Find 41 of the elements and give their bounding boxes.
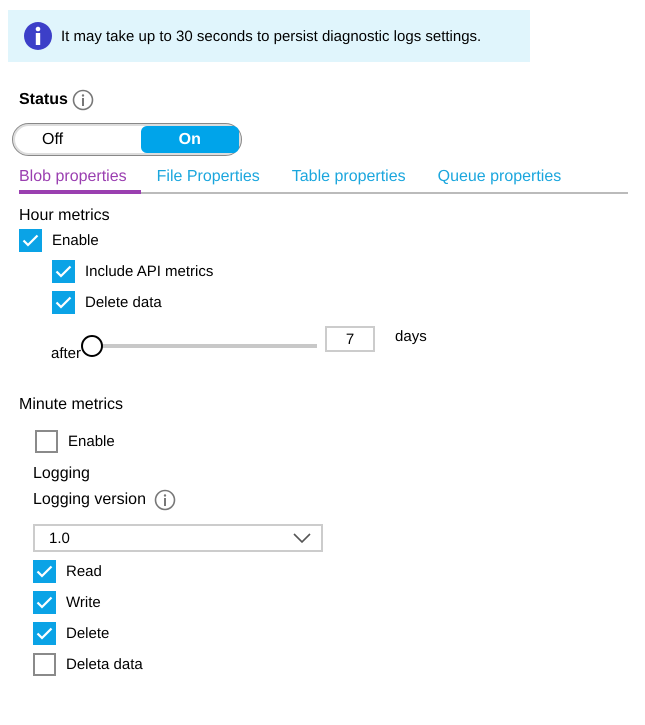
- checkbox[interactable]: [35, 430, 58, 453]
- section-title: Minute metrics: [19, 396, 124, 414]
- dropdown-value: 1.0: [49, 530, 70, 546]
- section-title: Hour metrics: [19, 207, 111, 225]
- check-icon: [55, 296, 72, 309]
- after-label: after: [51, 345, 82, 362]
- slider-thumb[interactable]: [81, 335, 104, 357]
- checkbox[interactable]: [33, 622, 56, 645]
- tab[interactable]: Blob properties: [19, 168, 141, 194]
- checkbox-label: Enable: [52, 232, 99, 249]
- checkbox-label: Deleta data: [66, 656, 143, 673]
- checkbox[interactable]: [19, 229, 42, 252]
- info-icon: [23, 21, 53, 51]
- check-icon: [36, 627, 53, 640]
- banner-text: It may take up to 30 seconds to persist diagnostic logs settings.: [61, 28, 482, 44]
- checkbox-label: Write: [66, 594, 101, 611]
- checkbox[interactable]: [52, 260, 75, 283]
- checkbox-label: Enable: [68, 433, 115, 450]
- status-toggle[interactable]: Off On: [12, 123, 242, 156]
- checkbox[interactable]: [33, 560, 56, 583]
- checkbox-label: Delete data: [85, 294, 162, 311]
- section-title: Logging: [33, 465, 91, 483]
- version-dropdown[interactable]: 1.0: [33, 524, 323, 552]
- checkbox-label: Read: [66, 563, 102, 580]
- info-icon: [154, 489, 176, 511]
- chevron-icon: [293, 533, 311, 543]
- info-icon: [72, 89, 94, 111]
- days-label: days: [395, 328, 427, 345]
- check-icon: [55, 265, 72, 278]
- checkbox-label: Include API metrics: [85, 263, 214, 280]
- checkbox[interactable]: [33, 591, 56, 614]
- checkbox-label: Delete: [66, 625, 110, 642]
- field-label: Logging version: [33, 491, 146, 509]
- check-icon: [36, 565, 53, 578]
- check-icon: [22, 234, 39, 247]
- check-icon: [36, 596, 53, 609]
- days-input[interactable]: 7: [325, 326, 376, 352]
- checkbox[interactable]: [33, 653, 56, 676]
- toggle-option[interactable]: Off: [15, 126, 140, 153]
- checkbox[interactable]: [52, 291, 75, 314]
- status-label: Status: [19, 91, 68, 109]
